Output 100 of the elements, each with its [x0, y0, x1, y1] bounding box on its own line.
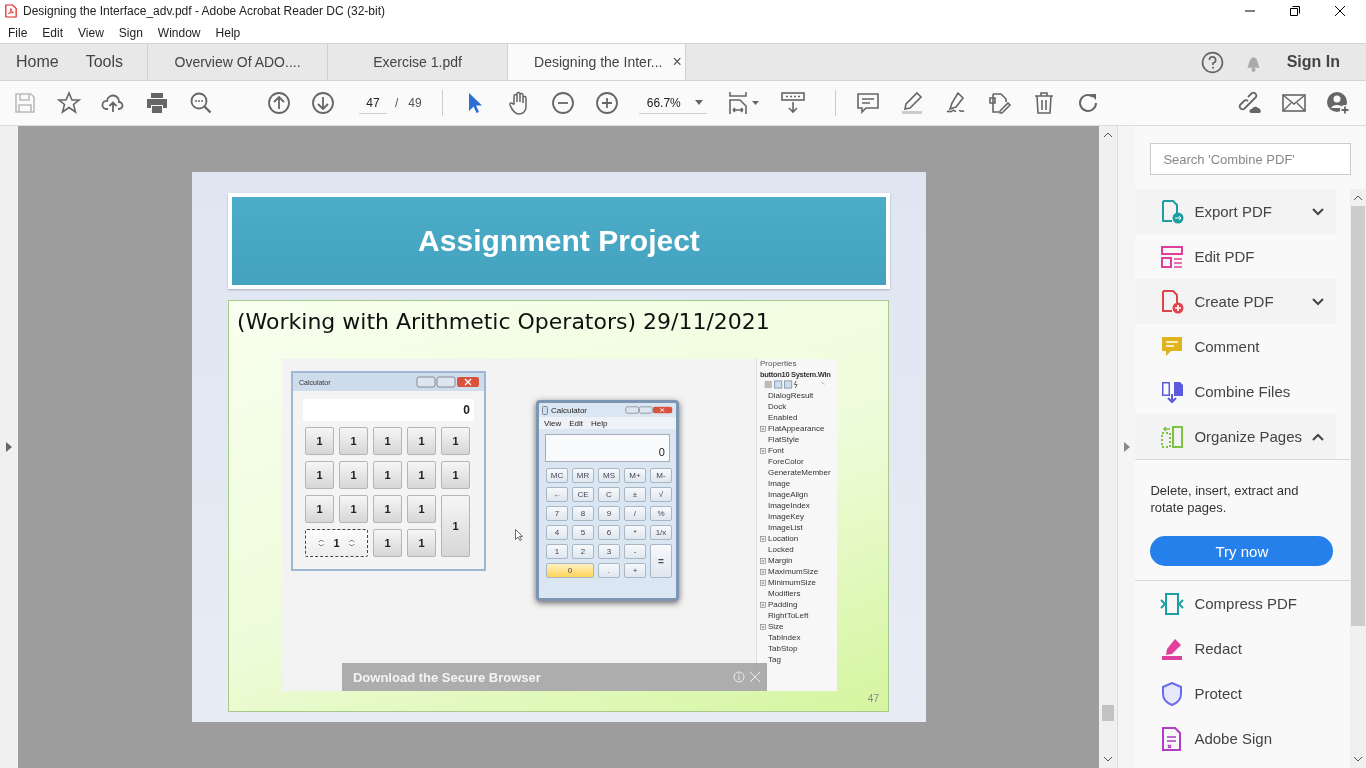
property-name: MinimumSize	[768, 578, 816, 587]
calculator-key: 6	[598, 525, 620, 540]
info-icon	[733, 671, 745, 683]
calculator-key: 1	[373, 461, 402, 489]
scroll-down-icon[interactable]	[1354, 757, 1362, 762]
calculator-key: 8	[572, 506, 594, 521]
tool-label: Export PDF	[1194, 203, 1272, 220]
expand-icon	[760, 447, 766, 454]
close-tab-button[interactable]: ×	[672, 53, 682, 71]
tool-item[interactable]: Adobe Sign	[1135, 716, 1336, 761]
caret-icon[interactable]	[694, 100, 703, 105]
expand-icon	[760, 623, 766, 630]
calculator-key: 7	[546, 506, 568, 521]
property-name: Tag	[768, 655, 781, 664]
search-field[interactable]: Search 'Combine PDF'	[1150, 143, 1351, 175]
expand-icon	[760, 557, 766, 564]
menu-item[interactable]: Sign	[118, 25, 143, 40]
tool-item[interactable]: Export PDF	[1135, 189, 1336, 234]
calculator-key: 3	[598, 544, 620, 559]
close-icon[interactable]	[1335, 6, 1345, 16]
link-cloud-icon[interactable]	[1238, 91, 1262, 115]
property-name: FlatAppearance	[768, 424, 825, 433]
pdf-icon	[5, 4, 17, 18]
help-icon[interactable]	[1200, 50, 1224, 74]
page-number: 47	[867, 693, 879, 704]
menu-item[interactable]: Edit	[42, 25, 64, 40]
scroll-down-icon[interactable]	[1104, 757, 1113, 762]
calculator-key: .	[598, 563, 620, 578]
property-name: Modifiers	[768, 589, 801, 598]
tool-item[interactable]: Create PDF	[1135, 279, 1336, 324]
expand-icon	[760, 601, 766, 608]
scrollbar-thumb[interactable]	[1351, 206, 1365, 626]
property-name: Padding	[768, 600, 798, 609]
menu-item[interactable]: Window	[157, 25, 201, 40]
expand-icon	[760, 425, 766, 432]
calculator-key: MC	[546, 468, 568, 483]
tool-item[interactable]: Comment	[1135, 324, 1336, 369]
zoom-in-icon[interactable]	[594, 91, 619, 115]
zoom-dropdown[interactable]: 66.7%	[638, 92, 707, 114]
tool-item[interactable]: Compress PDF	[1135, 581, 1336, 626]
menu-item[interactable]: View	[78, 25, 104, 40]
try-now-button[interactable]: Try now	[1150, 536, 1334, 566]
tool-item[interactable]: Combine Files	[1135, 369, 1336, 414]
maximize-icon[interactable]	[1290, 6, 1300, 16]
menu-item[interactable]: File	[8, 25, 28, 40]
tab[interactable]: Designing the Inter... ×	[507, 44, 687, 80]
tool-item[interactable]: Organize Pages	[1135, 414, 1336, 459]
calculator-key: 5	[572, 525, 594, 540]
tool-item[interactable]: Edit PDF	[1135, 234, 1336, 279]
fit-page-icon[interactable]	[726, 91, 761, 115]
calculator-key: 1	[407, 427, 436, 455]
calculator-key: 1	[373, 427, 402, 455]
calculator-key: =	[650, 544, 672, 578]
calculator-key: /	[624, 506, 646, 521]
calculator-key: 1	[407, 495, 436, 523]
add-user-icon[interactable]	[1326, 91, 1350, 115]
sign-in-link[interactable]: Sign In	[1286, 53, 1340, 71]
tab[interactable]: Home	[0, 44, 68, 80]
edit-document-icon[interactable]	[987, 91, 1012, 115]
scroll-up-icon[interactable]	[1354, 195, 1362, 200]
tool-label: Combine Files	[1194, 383, 1291, 400]
chevron-icon[interactable]	[1312, 297, 1324, 306]
calculator-key: C	[598, 487, 620, 502]
window-buttons-icon	[625, 406, 673, 414]
page-number-field[interactable]: 47	[359, 92, 387, 114]
search-icon[interactable]	[189, 91, 213, 115]
close-icon	[749, 671, 761, 683]
comment-icon[interactable]	[855, 91, 880, 115]
calculator-key: 1	[305, 495, 334, 523]
property-name: RightToLeft	[768, 611, 809, 620]
tab[interactable]: Overview Of ADO....	[147, 44, 328, 80]
chevron-icon[interactable]	[1312, 207, 1324, 216]
calculator-key: 1	[441, 427, 470, 455]
star-icon[interactable]	[57, 91, 81, 115]
calculator-key: 1	[305, 427, 334, 455]
calculator-key: 1/x	[650, 525, 672, 540]
expand-left-icon[interactable]	[6, 442, 12, 452]
scroll-up-icon[interactable]	[1104, 132, 1113, 137]
property-name: Enabled	[768, 413, 798, 422]
tool-item[interactable]: Protect	[1135, 671, 1336, 716]
print-icon[interactable]	[145, 91, 169, 115]
calculator-key: 1	[373, 529, 402, 557]
tool-label: Comment	[1194, 338, 1260, 355]
expand-icon	[760, 535, 766, 542]
highlighter-icon[interactable]	[899, 91, 924, 115]
zoom-out-icon[interactable]	[550, 91, 575, 115]
menu-item[interactable]: Help	[215, 25, 241, 40]
tool-item[interactable]: Redact	[1135, 626, 1336, 671]
next-page-icon[interactable]	[311, 91, 335, 115]
mail-icon[interactable]	[1282, 91, 1306, 115]
previous-page-icon[interactable]	[267, 91, 291, 115]
scroll-mode-icon[interactable]	[780, 91, 805, 115]
calculator-key: 9	[598, 506, 620, 521]
banner-text: Download the Secure Browser	[353, 669, 542, 685]
chevron-icon[interactable]	[1312, 432, 1324, 441]
expand-right-icon[interactable]	[1123, 442, 1130, 452]
tab[interactable]: Tools	[67, 44, 148, 80]
scrollbar-thumb[interactable]	[1102, 705, 1115, 721]
calculator-key: 2	[572, 544, 594, 559]
page-total: 49	[408, 96, 422, 110]
